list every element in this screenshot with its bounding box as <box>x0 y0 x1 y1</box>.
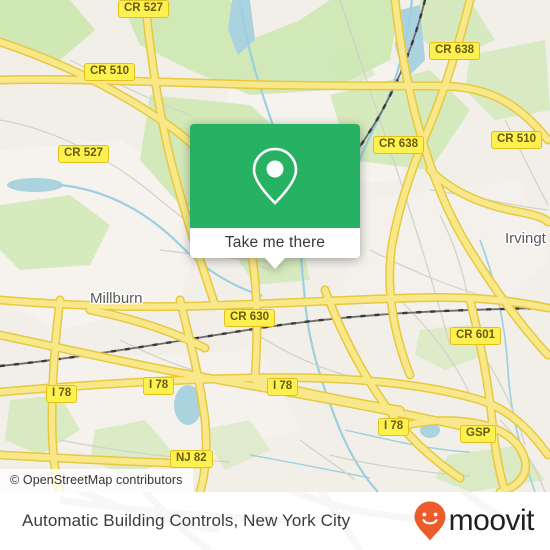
bottom-bar: Automatic Building Controls, New York Ci… <box>0 492 550 550</box>
popup-tail <box>264 257 286 269</box>
moovit-logo[interactable]: moovit <box>414 501 535 541</box>
road-shield: CR 527 <box>58 145 109 164</box>
map-page: CR 527 CR 638 CR 510 CR 638 CR 510 CR 52… <box>0 0 550 550</box>
place-label: Irvingt <box>505 230 546 247</box>
take-me-there-button[interactable]: Take me there <box>190 228 360 269</box>
road-shield: NJ 82 <box>170 450 213 469</box>
road-shield: CR 638 <box>373 136 424 155</box>
road-shield: CR 510 <box>84 63 135 82</box>
road-shield: CR 630 <box>224 309 275 328</box>
place-label: Millburn <box>90 290 143 307</box>
location-popup[interactable]: Take me there <box>190 124 360 269</box>
take-me-there-label: Take me there <box>224 234 326 252</box>
road-shield: CR 510 <box>491 131 542 150</box>
moovit-pin-logo-icon <box>414 501 446 541</box>
osm-attribution[interactable]: © OpenStreetMap contributors <box>0 469 193 492</box>
road-shield: CR 527 <box>118 0 169 19</box>
map-pin-icon <box>252 147 298 205</box>
road-shield: I 78 <box>46 385 78 404</box>
road-shield: CR 638 <box>429 42 480 61</box>
popup-icon-area <box>190 124 360 228</box>
map-canvas[interactable]: CR 527 CR 638 CR 510 CR 638 CR 510 CR 52… <box>0 0 550 492</box>
road-shield: I 78 <box>143 377 175 396</box>
road-shield: I 78 <box>267 378 299 397</box>
road-shield: GSP <box>460 425 497 444</box>
page-title: Automatic Building Controls, New York Ci… <box>22 511 351 530</box>
moovit-wordmark: moovit <box>448 504 535 537</box>
road-shield: I 78 <box>378 418 410 437</box>
road-shield: CR 601 <box>450 327 501 346</box>
